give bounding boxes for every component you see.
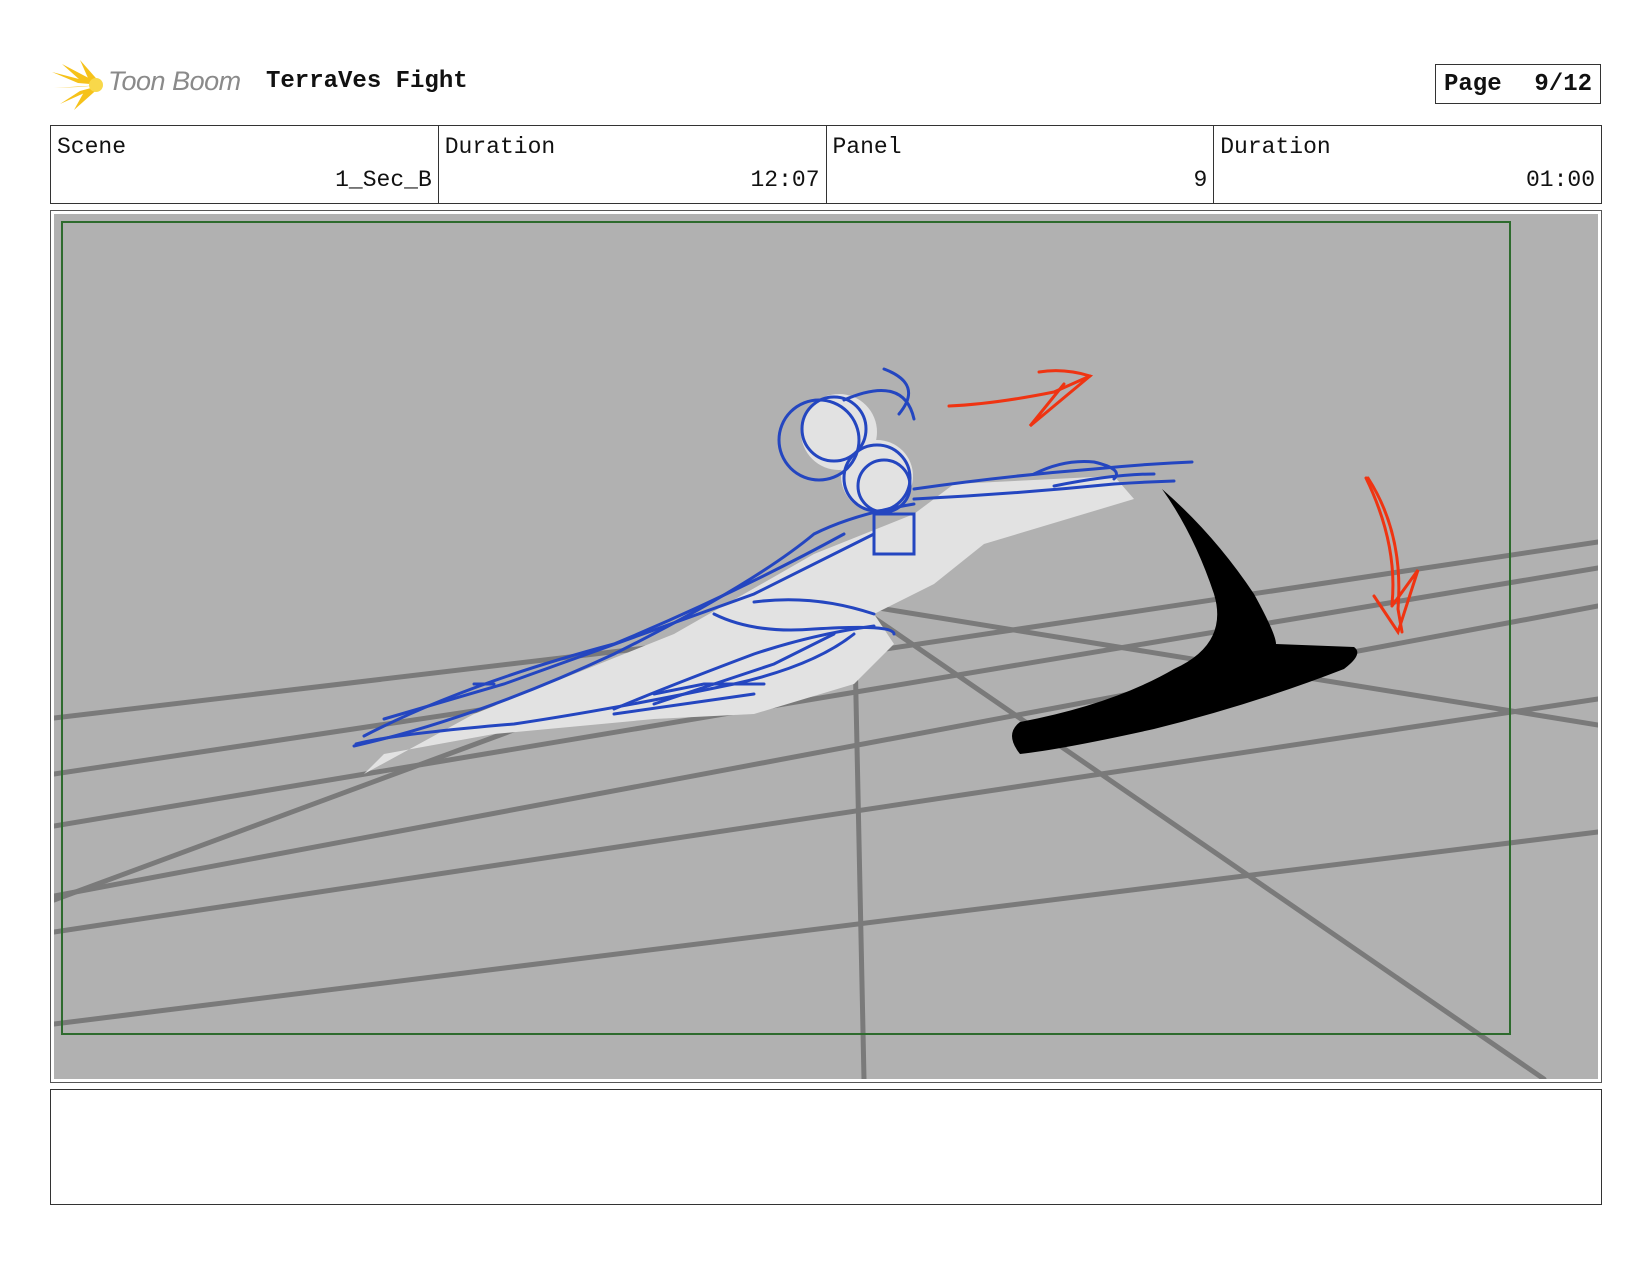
panel-value: 9 [1193,167,1208,193]
scene-duration-label: Duration [444,134,556,160]
panel-label: Panel [832,134,902,160]
panel-duration-cell: Duration 01:00 [1214,126,1601,203]
storyboard-panel [50,210,1602,1083]
toon-boom-logo: Toon Boom [52,58,252,112]
scene-duration-value: 12:07 [750,167,820,193]
scene-label: Scene [57,134,127,160]
project-title: TerraVes Fight [266,68,468,95]
panel-duration-value: 01:00 [1525,167,1595,193]
scene-cell: Scene 1_Sec_B [51,126,439,203]
scene-info-table: Scene 1_Sec_B Duration 12:07 Panel 9 Dur… [50,125,1602,204]
starburst-icon [52,60,103,110]
logo-text: Toon Boom [108,66,241,96]
panel-drawing [54,214,1598,1079]
page-indicator: Page 9/12 [1435,64,1601,104]
panel-notes-area[interactable] [50,1089,1602,1205]
scene-value: 1_Sec_B [335,167,432,193]
page-label: Page [1444,70,1502,98]
scene-duration-cell: Duration 12:07 [439,126,827,203]
page-number: 9/12 [1534,70,1592,98]
panel-cell: Panel 9 [827,126,1215,203]
panel-duration-label: Duration [1220,134,1331,160]
